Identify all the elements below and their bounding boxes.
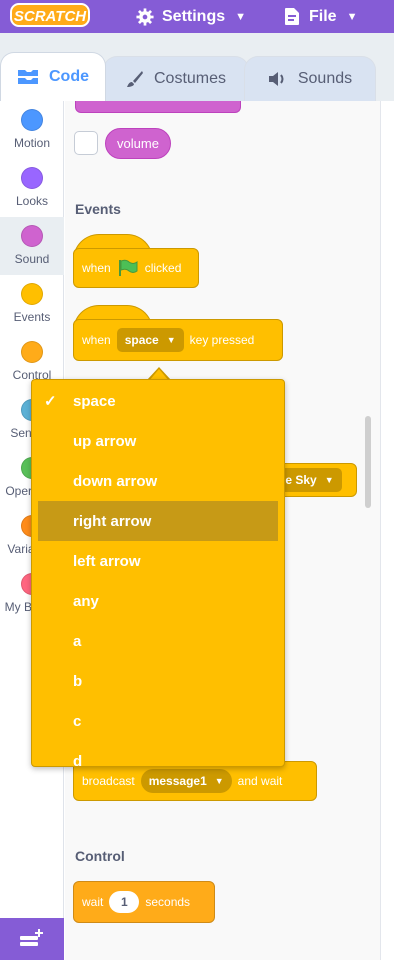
broadcast-label: broadcast — [82, 774, 135, 788]
gear-icon — [136, 7, 154, 26]
option-label: any — [73, 592, 99, 610]
events-heading: Events — [75, 201, 121, 217]
settings-label: Settings — [162, 7, 226, 25]
wait-seconds-block[interactable]: wait 1 seconds — [73, 881, 215, 923]
tab-code[interactable]: Code — [0, 52, 106, 101]
palette-scrollbar[interactable] — [365, 416, 371, 508]
code-blocks-icon — [18, 70, 38, 84]
category-events[interactable]: Events — [0, 283, 64, 335]
when-key-pressed-block[interactable]: when space ▼ key pressed — [73, 319, 283, 361]
chevron-down-icon: ▼ — [346, 10, 358, 23]
menu-bar: SCRATCH Settings ▼ File ▼ — [0, 0, 394, 33]
option-label: left arrow — [73, 552, 141, 570]
category-motion[interactable]: Motion — [0, 109, 64, 161]
dropdown-option-up-arrow[interactable]: up arrow — [38, 421, 278, 461]
events-color-dot — [21, 283, 43, 305]
volume-checkbox[interactable] — [74, 131, 98, 155]
option-label: d — [73, 752, 83, 767]
chevron-down-icon: ▼ — [324, 475, 334, 485]
option-label: down arrow — [73, 472, 158, 490]
control-color-dot — [21, 341, 43, 363]
category-sound[interactable]: Sound — [0, 217, 64, 275]
dropdown-option-c[interactable]: c — [38, 701, 278, 741]
sound-block-partial[interactable] — [75, 101, 241, 113]
when-label: when — [82, 333, 111, 347]
message-select-dropdown[interactable]: message1 ▼ — [140, 769, 232, 793]
volume-reporter-block[interactable]: volume — [105, 128, 171, 159]
clicked-label: clicked — [144, 261, 182, 275]
tab-costumes[interactable]: Costumes — [103, 56, 249, 101]
dropdown-option-b[interactable]: b — [38, 661, 278, 701]
message-select-value: message1 — [148, 774, 207, 788]
wait-label: wait — [82, 895, 104, 909]
when-flag-clicked-block[interactable]: when clicked — [73, 248, 199, 288]
dropdown-option-down-arrow[interactable]: down arrow — [38, 461, 278, 501]
dropdown-option-any[interactable]: any — [38, 581, 278, 621]
dropdown-option-d[interactable]: d — [38, 741, 278, 767]
when-label: when — [82, 261, 111, 275]
settings-menu[interactable]: Settings ▼ — [136, 0, 246, 33]
option-label: space — [73, 392, 116, 410]
category-looks[interactable]: Looks — [0, 167, 64, 219]
editor-tabs: Code Costumes Sounds — [0, 33, 394, 101]
green-flag-icon — [118, 259, 138, 276]
tab-code-label: Code — [49, 68, 89, 85]
brush-icon — [126, 71, 143, 87]
category-label: Looks — [15, 194, 49, 208]
sound-color-dot — [21, 225, 43, 247]
option-label: b — [73, 672, 83, 690]
add-extension-button[interactable] — [0, 918, 64, 960]
logo-text: SCRATCH — [14, 8, 87, 25]
add-extension-icon — [20, 929, 43, 946]
file-label: File — [309, 7, 337, 25]
broadcast-and-wait-block[interactable]: broadcast message1 ▼ and wait — [73, 761, 317, 801]
stage-area-edge — [380, 101, 394, 960]
key-pressed-label: key pressed — [189, 333, 255, 347]
chevron-down-icon: ▼ — [214, 776, 224, 786]
category-label: Sound — [14, 252, 50, 266]
key-select-dropdown[interactable]: space ▼ — [116, 328, 184, 352]
scratch-logo[interactable]: SCRATCH — [10, 2, 90, 28]
key-dropdown-menu: ✓ space up arrow down arrow right arrow … — [31, 379, 285, 767]
dropdown-option-right-arrow[interactable]: right arrow — [38, 501, 278, 541]
checkmark-icon: ✓ — [44, 393, 57, 410]
option-label: right arrow — [73, 512, 152, 530]
file-menu[interactable]: File ▼ — [284, 0, 357, 33]
tab-sounds[interactable]: Sounds — [244, 56, 376, 101]
speaker-icon — [268, 72, 284, 86]
dropdown-option-space[interactable]: ✓ space — [38, 381, 278, 421]
option-label: up arrow — [73, 432, 137, 450]
seconds-label: seconds — [145, 895, 191, 909]
and-wait-label: and wait — [237, 774, 283, 788]
tab-sounds-label: Sounds — [297, 70, 353, 87]
category-label: Events — [13, 310, 51, 324]
looks-color-dot — [21, 167, 43, 189]
key-select-value: space — [124, 333, 159, 347]
dropdown-option-left-arrow[interactable]: left arrow — [38, 541, 278, 581]
file-icon — [285, 8, 299, 25]
wait-seconds-input[interactable]: 1 — [109, 891, 140, 913]
option-label: c — [73, 712, 82, 730]
volume-label: volume — [117, 136, 159, 151]
tab-costumes-label: Costumes — [153, 70, 227, 87]
control-heading: Control — [75, 848, 125, 864]
option-label: a — [73, 632, 82, 650]
chevron-down-icon: ▼ — [166, 335, 176, 345]
motion-color-dot — [21, 109, 43, 131]
chevron-down-icon: ▼ — [235, 10, 247, 23]
category-label: Motion — [13, 136, 51, 150]
dropdown-option-a[interactable]: a — [38, 621, 278, 661]
